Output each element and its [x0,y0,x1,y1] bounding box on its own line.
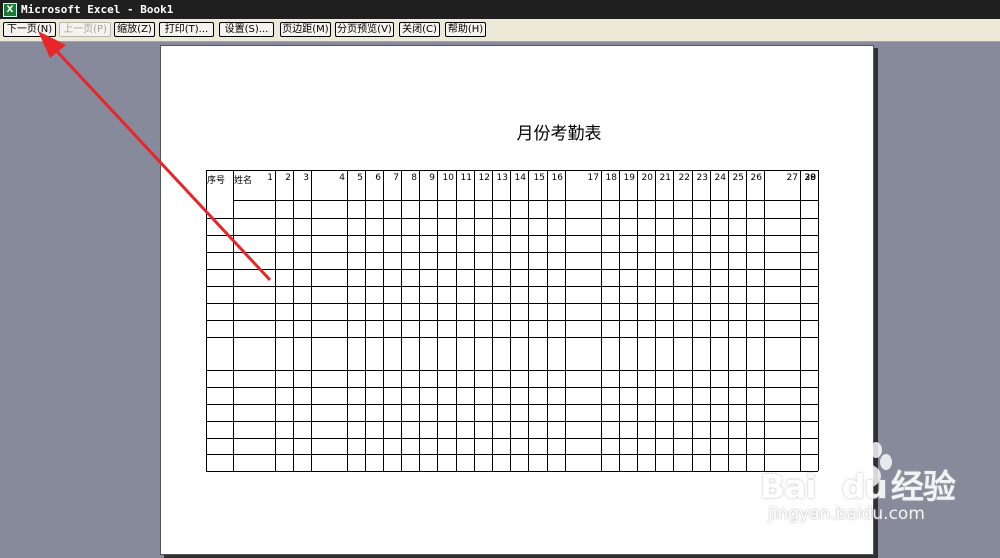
watermark-brand-b: du [841,467,888,506]
header-day: 7 [393,173,399,183]
header-day: 17 [587,173,599,183]
header-day: 10 [442,173,454,183]
watermark-brand-a: Bai [760,467,817,506]
header-day: 16 [551,173,563,183]
header-day: 9 [429,173,435,183]
header-day: 8 [411,173,417,183]
header-day: 2 [285,173,291,183]
header-seq: 序号 [207,176,226,186]
header-day: 12 [478,173,490,183]
header-day: 22 [678,173,690,183]
header-day: 21 [659,173,671,183]
header-day: 5 [357,173,363,183]
watermark-url: jingyan.baidu.com [768,504,925,524]
header-day: 19 [623,173,635,183]
header-day: 27 [786,173,798,183]
header-day: 15 [533,173,545,183]
header-day: 11 [460,173,472,183]
header-name: 姓名 [234,176,253,186]
header-day: 13 [496,173,508,183]
header-day: 6 [375,173,381,183]
header-day: 20 [641,173,653,183]
header-day: 18 [605,173,617,183]
header-day: 4 [339,173,345,183]
watermark-brand: Bai du 经验 [760,460,956,508]
header-day: 25 [732,173,744,183]
header-day: 24 [714,173,726,183]
baidu-watermark: Bai du 经验 jingyan.baidu.com [760,440,1000,530]
header-day: 3 [303,173,309,183]
header-day: 1 [267,173,273,183]
header-day: 30 [804,173,816,183]
header-day: 23 [696,173,708,183]
header-day: 26 [750,173,762,183]
header-day: 14 [514,173,526,183]
watermark-brand-c: 经验 [890,467,956,506]
